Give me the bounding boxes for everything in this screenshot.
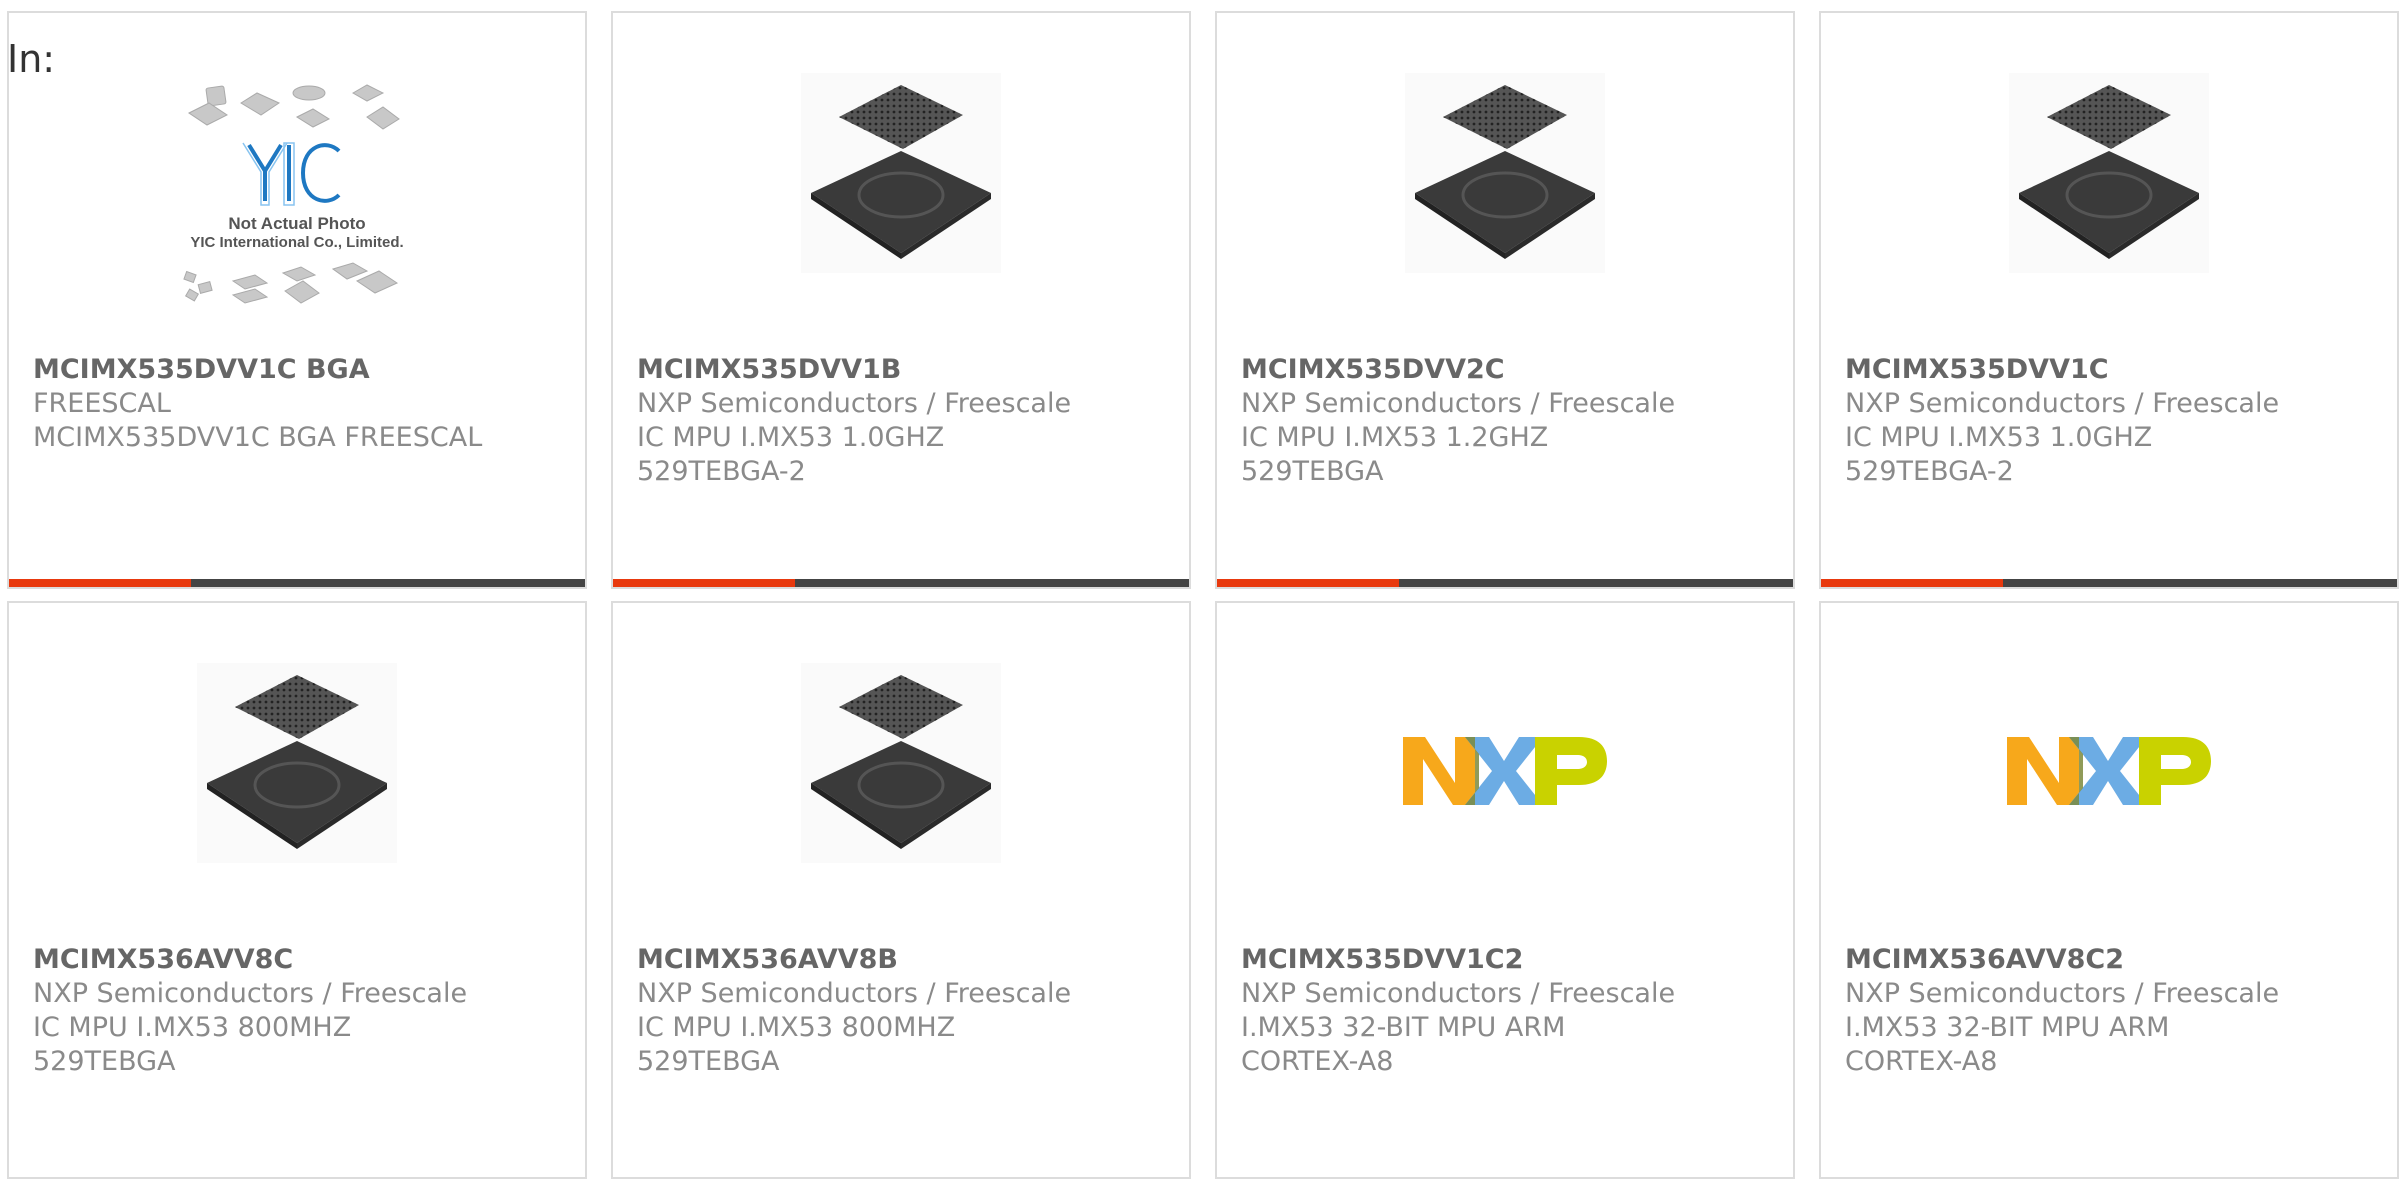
card-bottom-bar	[613, 579, 1189, 587]
product-package: 529TEBGA	[33, 1046, 176, 1077]
product-info: MCIMX536AVV8C2 NXP Semiconductors / Free…	[1845, 943, 2381, 1079]
card-bottom-bar	[1821, 579, 2397, 587]
product-title[interactable]: MCIMX536AVV8B	[637, 943, 1173, 977]
card-bottom-bar	[9, 579, 585, 587]
card-accent-bar	[613, 579, 795, 587]
product-card[interactable]: MCIMX535DVV1B NXP Semiconductors / Frees…	[611, 11, 1191, 589]
product-info: MCIMX535DVV1C NXP Semiconductors / Frees…	[1845, 353, 2381, 489]
product-card[interactable]: MCIMX535DVV2C NXP Semiconductors / Frees…	[1215, 11, 1795, 589]
bga-chip-image	[801, 73, 1001, 273]
product-grid: Not Actual Photo YIC International Co., …	[7, 11, 2401, 1179]
product-manufacturer: NXP Semiconductors / Freescale	[637, 978, 1072, 1009]
product-info: MCIMX536AVV8B NXP Semiconductors / Frees…	[637, 943, 1173, 1079]
product-title[interactable]: MCIMX535DVV1B	[637, 353, 1173, 387]
product-image[interactable]	[613, 663, 1189, 933]
product-title[interactable]: MCIMX535DVV1C2	[1241, 943, 1777, 977]
product-package: 529TEBGA	[637, 1046, 780, 1077]
filter-label: In:	[7, 37, 56, 81]
product-manufacturer: NXP Semiconductors / Freescale	[33, 978, 468, 1009]
product-package: 529TEBGA	[1241, 456, 1384, 487]
product-package: 529TEBGA-2	[1845, 456, 2014, 487]
product-info: MCIMX535DVV1C BGA FREESCAL MCIMX535DVV1C…	[33, 353, 569, 455]
product-title[interactable]: MCIMX535DVV1C BGA	[33, 353, 569, 387]
product-image[interactable]	[613, 73, 1189, 343]
product-manufacturer: NXP Semiconductors / Freescale	[1241, 388, 1676, 419]
bga-chip-image	[2009, 73, 2209, 273]
product-title[interactable]: MCIMX536AVV8C	[33, 943, 569, 977]
not-actual-photo-image: Not Actual Photo YIC International Co., …	[183, 84, 404, 304]
bga-chip-image	[1405, 73, 1605, 273]
nxp-logo-icon	[1403, 737, 1607, 805]
product-image[interactable]	[1217, 73, 1793, 343]
product-manufacturer: NXP Semiconductors / Freescale	[637, 388, 1072, 419]
product-manufacturer: NXP Semiconductors / Freescale	[1845, 388, 2280, 419]
product-description: MCIMX535DVV1C BGA FREESCAL	[33, 422, 483, 453]
product-manufacturer: FREESCAL	[33, 388, 171, 419]
bga-chip-image	[801, 663, 1001, 863]
product-card[interactable]: Not Actual Photo YIC International Co., …	[7, 11, 587, 589]
product-package: CORTEX-A8	[1845, 1046, 1998, 1077]
bga-chip-image	[197, 663, 397, 863]
yic-caption-line2: YIC International Co., Limited.	[190, 234, 403, 251]
card-accent-bar	[9, 579, 191, 587]
product-description: IC MPU I.MX53 1.0GHZ	[637, 422, 945, 453]
product-description: IC MPU I.MX53 1.2GHZ	[1241, 422, 1549, 453]
product-info: MCIMX536AVV8C NXP Semiconductors / Frees…	[33, 943, 569, 1079]
product-card[interactable]: MCIMX536AVV8C2 NXP Semiconductors / Free…	[1819, 601, 2399, 1179]
product-title[interactable]: MCIMX535DVV2C	[1241, 353, 1777, 387]
product-image[interactable]	[1821, 73, 2397, 343]
product-card[interactable]: MCIMX536AVV8C NXP Semiconductors / Frees…	[7, 601, 587, 1179]
card-bottom-bar	[1217, 579, 1793, 587]
product-manufacturer: NXP Semiconductors / Freescale	[1241, 978, 1676, 1009]
card-accent-bar	[1217, 579, 1399, 587]
product-package: 529TEBGA-2	[637, 456, 806, 487]
product-description: IC MPU I.MX53 800MHZ	[637, 1012, 956, 1043]
product-description: IC MPU I.MX53 800MHZ	[33, 1012, 352, 1043]
product-description: I.MX53 32-BIT MPU ARM	[1845, 1012, 2170, 1043]
product-info: MCIMX535DVV2C NXP Semiconductors / Frees…	[1241, 353, 1777, 489]
product-description: IC MPU I.MX53 1.0GHZ	[1845, 422, 2153, 453]
product-card[interactable]: MCIMX536AVV8B NXP Semiconductors / Frees…	[611, 601, 1191, 1179]
yic-caption-line1: Not Actual Photo	[228, 214, 365, 233]
product-package: CORTEX-A8	[1241, 1046, 1394, 1077]
product-image[interactable]	[9, 663, 585, 933]
product-info: MCIMX535DVV1B NXP Semiconductors / Frees…	[637, 353, 1173, 489]
card-accent-bar	[1821, 579, 2003, 587]
product-info: MCIMX535DVV1C2 NXP Semiconductors / Free…	[1241, 943, 1777, 1079]
product-card[interactable]: MCIMX535DVV1C2 NXP Semiconductors / Free…	[1215, 601, 1795, 1179]
product-description: I.MX53 32-BIT MPU ARM	[1241, 1012, 1566, 1043]
product-image[interactable]: Not Actual Photo YIC International Co., …	[9, 73, 585, 343]
product-title[interactable]: MCIMX536AVV8C2	[1845, 943, 2381, 977]
product-manufacturer: NXP Semiconductors / Freescale	[1845, 978, 2280, 1009]
product-title[interactable]: MCIMX535DVV1C	[1845, 353, 2381, 387]
nxp-logo-icon	[2007, 737, 2211, 805]
product-card[interactable]: MCIMX535DVV1C NXP Semiconductors / Frees…	[1819, 11, 2399, 589]
